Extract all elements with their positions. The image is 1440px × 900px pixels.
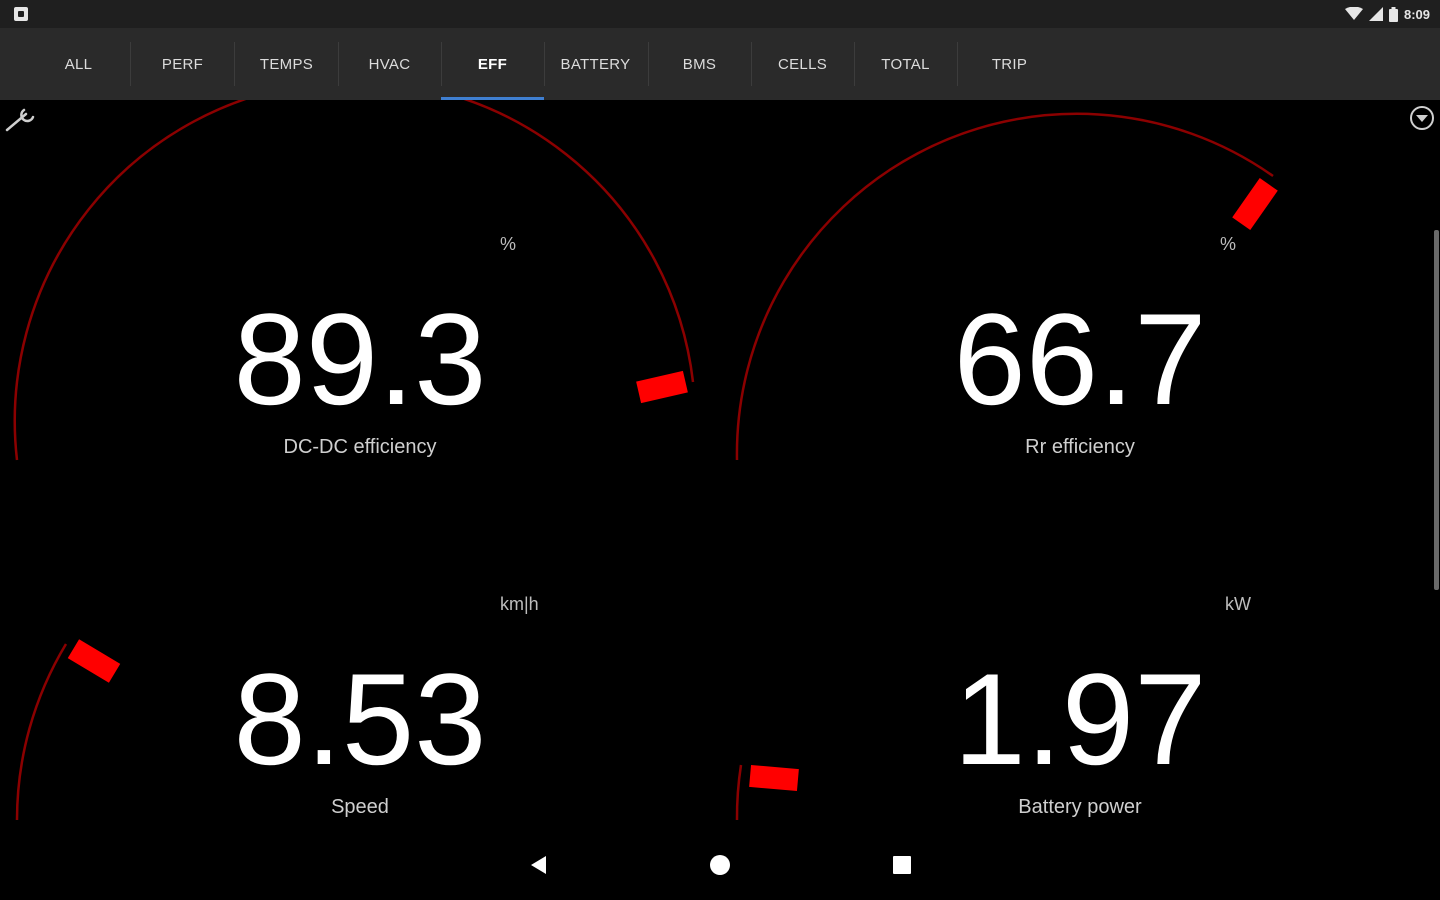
tab-label: PERF	[161, 55, 204, 73]
tab-perf[interactable]: PERF	[131, 28, 234, 100]
gauge-unit-battery-power: kW	[1225, 594, 1251, 614]
back-triangle-icon	[531, 856, 546, 874]
notification-icon	[14, 7, 28, 21]
status-time: 8:09	[1403, 6, 1430, 22]
tab-trip[interactable]: TRIP	[958, 28, 1061, 100]
scrollbar[interactable]	[1434, 230, 1439, 590]
gauge-value-battery-power: 1.97	[953, 646, 1207, 792]
chevron-circle-icon[interactable]	[1408, 104, 1436, 132]
gauge-arc-battery-power	[735, 764, 743, 821]
gauge-needle-battery-power	[749, 764, 799, 792]
tab-label: TEMPS	[259, 55, 314, 73]
tab-total[interactable]: TOTAL	[854, 28, 957, 100]
cell-signal-icon	[1368, 7, 1383, 21]
tab-battery[interactable]: BATTERY	[544, 28, 647, 100]
gauge-label-dc-dc-efficiency: DC-DC efficiency	[283, 436, 437, 458]
gauge-arc-speed	[15, 643, 68, 821]
gauge-needle-dc-dc-efficiency	[636, 370, 688, 404]
gauge-needle-rr-efficiency	[1232, 178, 1278, 230]
home-circle-icon	[710, 855, 730, 875]
recents-button[interactable]	[872, 830, 932, 900]
gauge-unit-dc-dc-efficiency: %	[500, 234, 517, 254]
gauge-unit-speed: km|h	[500, 594, 539, 614]
gauge-value-speed: 8.53	[233, 646, 487, 792]
tab-cells[interactable]: CELLS	[751, 28, 854, 100]
gauge-panel: % 89.3 DC-DC efficiency % 66.7 Rr effici…	[0, 100, 1440, 830]
tab-temps[interactable]: TEMPS	[235, 28, 338, 100]
tab-hvac[interactable]: HVAC	[338, 28, 441, 100]
gauge-label-speed: Speed	[331, 796, 389, 818]
gauge-label-rr-efficiency: Rr efficiency	[1025, 436, 1135, 458]
gauge-needle-speed	[67, 639, 121, 683]
battery-icon	[1388, 6, 1398, 22]
tab-label: TRIP	[991, 55, 1028, 73]
tab-label: CELLS	[777, 55, 828, 73]
wifi-icon	[1344, 7, 1363, 20]
gauge-value-rr-efficiency: 66.7	[953, 286, 1207, 432]
status-indicators: 8:09	[1344, 4, 1430, 24]
gauge-label-battery-power: Battery power	[1018, 796, 1142, 818]
navigation-bar	[0, 830, 1440, 900]
recents-square-icon	[893, 856, 911, 874]
home-button[interactable]	[690, 830, 750, 900]
tab-label: BATTERY	[560, 55, 631, 73]
tab-label: HVAC	[368, 55, 411, 73]
tab-bar: ALL PERF TEMPS HVAC EFF BATTERY BMS CELL…	[0, 28, 1440, 100]
tab-label: EFF	[477, 55, 508, 73]
tab-bms[interactable]: BMS	[648, 28, 751, 100]
tab-label: ALL	[64, 55, 93, 73]
tab-eff[interactable]: EFF	[441, 28, 544, 100]
tab-label: BMS	[682, 55, 717, 73]
tab-label: TOTAL	[881, 55, 930, 73]
gauge-unit-rr-efficiency: %	[1220, 234, 1237, 254]
wrench-icon[interactable]	[2, 104, 38, 134]
back-button[interactable]	[508, 830, 568, 900]
gauge-value-dc-dc-efficiency: 89.3	[233, 286, 487, 432]
tab-all[interactable]: ALL	[27, 28, 130, 100]
status-bar: 8:09	[0, 0, 1440, 28]
